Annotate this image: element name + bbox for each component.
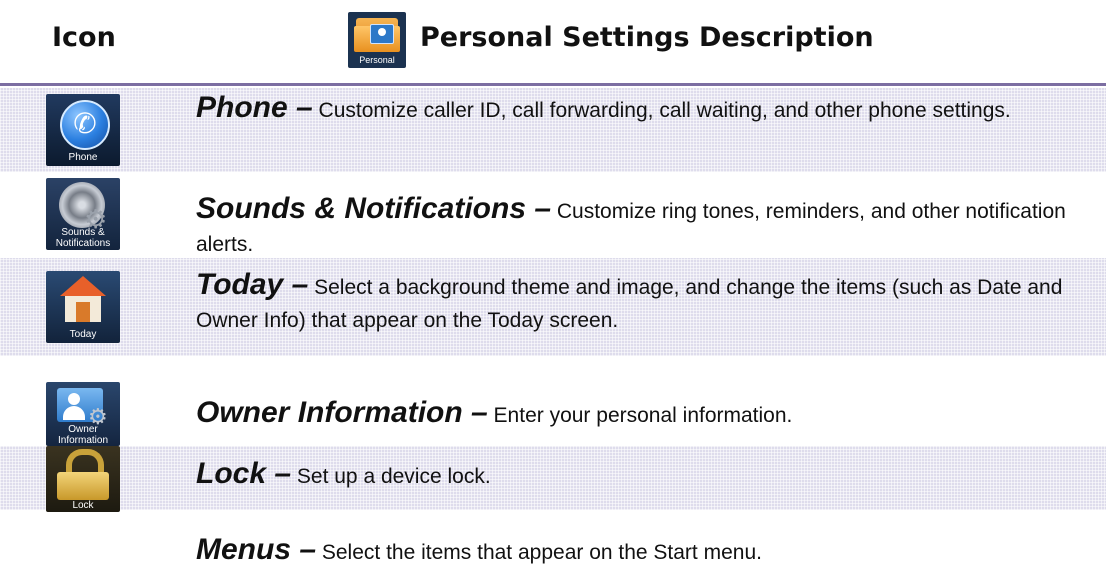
setting-name: Phone – — [196, 91, 313, 124]
setting-name: Menus – — [196, 533, 317, 566]
row-description: Today – Select a background theme and im… — [196, 268, 1076, 337]
description-column-header: Personal Settings Description — [420, 22, 874, 53]
row-description: Menus – Select the items that appear on … — [196, 533, 1076, 569]
owner-information-icon: ⚙ Owner Information — [46, 382, 120, 446]
setting-text: Enter your personal information. — [493, 404, 793, 427]
setting-text: Customize caller ID, call forwarding, ca… — [318, 99, 1011, 122]
today-icon: Today — [46, 271, 120, 343]
phone-icon: ✆ Phone — [46, 94, 120, 166]
row-description: Owner Information – Enter your personal … — [196, 396, 1076, 432]
icon-label: Today — [69, 329, 97, 340]
folder-label: Personal — [359, 55, 395, 65]
header-divider — [0, 83, 1106, 86]
table-row: Menus – Select the items that appear on … — [0, 510, 1106, 577]
setting-text: Set up a device lock. — [296, 465, 491, 488]
row-description: Lock – Set up a device lock. — [196, 457, 1076, 493]
lock-icon: Lock — [46, 446, 120, 512]
sounds-notifications-icon: ⚙ Sounds & Notifications — [46, 178, 120, 250]
icon-label: Owner Information — [57, 424, 109, 446]
table-row: Lock Lock – Set up a device lock. — [0, 446, 1106, 512]
setting-text: Select a background theme and image, and… — [196, 276, 1063, 332]
table-row: ⚙ Sounds & Notifications Sounds & Notifi… — [0, 172, 1106, 258]
table-row: ✆ Phone Phone – Customize caller ID, cal… — [0, 88, 1106, 172]
icon-label: Sounds & Notifications — [55, 227, 111, 249]
table-row: Today Today – Select a background theme … — [0, 258, 1106, 356]
icon-column-header: Icon — [52, 22, 116, 53]
personal-folder-icon: Personal — [348, 12, 406, 68]
setting-text: Select the items that appear on the Star… — [321, 541, 762, 564]
table-header: Icon Personal Personal Settings Descript… — [0, 0, 1106, 86]
row-description: Sounds & Notifications – Customize ring … — [196, 192, 1076, 261]
setting-name: Today – — [196, 268, 309, 301]
setting-name: Owner Information – — [196, 396, 488, 429]
setting-name: Sounds & Notifications – — [196, 192, 552, 225]
setting-name: Lock – — [196, 457, 292, 490]
table-row: ⚙ Owner Information Owner Information – … — [0, 356, 1106, 446]
icon-label: Phone — [68, 152, 98, 163]
row-description: Phone – Customize caller ID, call forwar… — [196, 91, 1076, 127]
